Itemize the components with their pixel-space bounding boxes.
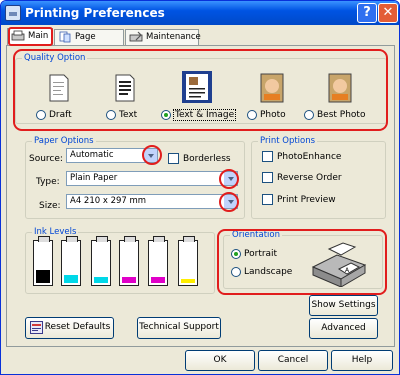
ink-cartridge bbox=[178, 236, 198, 286]
landscape-radio-label: Landscape bbox=[244, 267, 293, 277]
printer-app-icon bbox=[5, 5, 21, 21]
landscape-radio[interactable] bbox=[231, 267, 241, 277]
orientation-label: Orientation bbox=[230, 230, 282, 240]
ink-level-fill bbox=[151, 277, 165, 283]
advanced-button[interactable]: Advanced bbox=[309, 318, 378, 339]
best-photo-quality-icon bbox=[328, 73, 352, 103]
ink-level-fill bbox=[122, 277, 136, 283]
text-quality-icon bbox=[115, 74, 135, 102]
reset-defaults-label: Reset Defaults bbox=[44, 322, 111, 332]
best-photo-radio[interactable] bbox=[304, 110, 314, 120]
show-settings-button[interactable]: Show Settings bbox=[309, 295, 378, 316]
print-options-label: Print Options bbox=[258, 136, 318, 146]
text-image-radio-label: Text & Image bbox=[173, 109, 237, 121]
text-image-radio[interactable] bbox=[161, 110, 171, 120]
ink-cartridge bbox=[119, 236, 139, 286]
chevron-down-icon[interactable] bbox=[143, 149, 157, 162]
portrait-radio-label: Portrait bbox=[244, 249, 278, 259]
technical-support-button[interactable]: Technical Support bbox=[137, 317, 221, 339]
text-radio-label: Text bbox=[119, 110, 138, 120]
tab-main[interactable]: Main bbox=[7, 28, 53, 46]
ink-cartridge bbox=[91, 236, 111, 286]
ink-cartridge bbox=[148, 236, 168, 286]
photoenhance-checkbox[interactable] bbox=[262, 151, 273, 162]
ink-cartridge bbox=[33, 236, 53, 286]
tab-page-layout[interactable]: Page Layout bbox=[54, 29, 124, 56]
portrait-radio[interactable] bbox=[231, 249, 241, 259]
type-label: Type: bbox=[36, 177, 60, 187]
help-title-button[interactable]: ? bbox=[357, 3, 377, 23]
photoenhance-label: PhotoEnhance bbox=[277, 152, 342, 162]
type-value: Plain Paper bbox=[70, 173, 118, 183]
print-preview-label: Print Preview bbox=[277, 195, 336, 205]
reset-defaults-icon bbox=[30, 321, 43, 334]
ink-level-fill bbox=[94, 277, 108, 283]
ink-level-fill bbox=[36, 270, 50, 283]
tab-maintenance-label: Maintenance bbox=[146, 32, 201, 42]
draft-radio[interactable] bbox=[36, 110, 46, 120]
printer-portrait-preview-icon: A bbox=[311, 242, 367, 287]
source-select[interactable]: Automatic bbox=[66, 148, 158, 163]
paper-size-select[interactable]: A4 210 x 297 mm bbox=[66, 194, 238, 209]
tab-maintenance[interactable]: Maintenance bbox=[125, 29, 201, 45]
title-bar[interactable]: Printing Preferences ? ✕ bbox=[1, 1, 399, 25]
photo-radio[interactable] bbox=[247, 110, 257, 120]
reverse-order-checkbox[interactable] bbox=[262, 172, 273, 183]
text-radio[interactable] bbox=[106, 110, 116, 120]
borderless-label: Borderless bbox=[183, 154, 231, 164]
photo-quality-icon bbox=[260, 73, 284, 103]
ok-button[interactable]: OK bbox=[185, 350, 255, 371]
size-value: A4 210 x 297 mm bbox=[70, 196, 147, 206]
page-layout-icon bbox=[59, 31, 71, 43]
cancel-button[interactable]: Cancel bbox=[258, 350, 328, 371]
maintenance-icon bbox=[129, 31, 143, 42]
printing-preferences-window: Printing Preferences ? ✕ Main Page Layou… bbox=[0, 0, 400, 375]
quality-option-label: Quality Option bbox=[22, 53, 88, 63]
chevron-down-icon[interactable] bbox=[223, 172, 237, 185]
draft-quality-icon bbox=[49, 74, 69, 102]
ink-cartridge bbox=[61, 236, 81, 286]
size-label: Size: bbox=[39, 201, 61, 211]
ink-level-fill bbox=[64, 275, 78, 283]
source-value: Automatic bbox=[70, 150, 114, 160]
text-and-image-quality-icon bbox=[182, 71, 212, 103]
photo-radio-label: Photo bbox=[260, 110, 286, 120]
source-label: Source: bbox=[29, 154, 63, 164]
paper-type-select[interactable]: Plain Paper bbox=[66, 171, 238, 186]
best-photo-radio-label: Best Photo bbox=[317, 110, 366, 120]
borderless-checkbox[interactable] bbox=[168, 153, 179, 164]
close-title-button[interactable]: ✕ bbox=[378, 3, 398, 23]
draft-radio-label: Draft bbox=[49, 110, 72, 120]
window-title: Printing Preferences bbox=[25, 6, 165, 20]
paper-options-label: Paper Options bbox=[32, 136, 96, 146]
printer-icon bbox=[11, 30, 25, 41]
help-button[interactable]: Help bbox=[331, 350, 393, 371]
reset-defaults-button[interactable]: Reset Defaults bbox=[25, 317, 114, 339]
print-preview-checkbox[interactable] bbox=[262, 194, 273, 205]
chevron-down-icon[interactable] bbox=[223, 195, 237, 208]
ink-level-fill bbox=[181, 279, 195, 283]
reverse-order-label: Reverse Order bbox=[277, 173, 342, 183]
tab-main-label: Main bbox=[28, 31, 49, 41]
